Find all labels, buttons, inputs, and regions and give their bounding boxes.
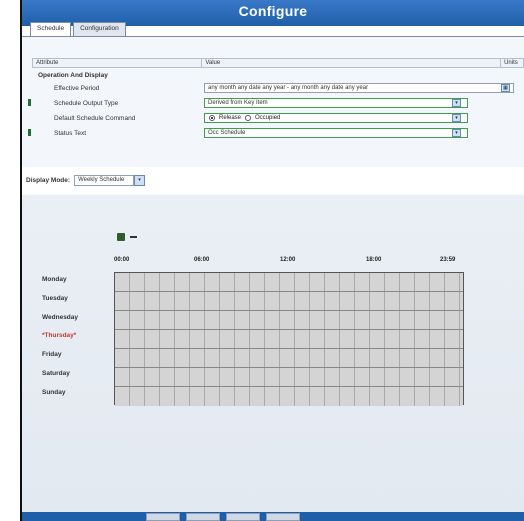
chevron-down-icon[interactable]: ▾	[452, 114, 461, 122]
schedule-row-friday[interactable]	[115, 349, 463, 368]
row-output-type[interactable]: Schedule Output Type Derived from Key It…	[28, 97, 524, 109]
chevron-down-icon[interactable]: ▾	[134, 175, 146, 186]
group-label: Operation And Display	[38, 71, 108, 79]
row-default-command[interactable]: Default Schedule Command Release Occupie…	[32, 112, 524, 124]
table-header: Attribute Value Units	[32, 58, 524, 68]
schedule-row-wednesday[interactable]	[115, 311, 463, 330]
header-units[interactable]: Units	[501, 59, 523, 67]
effective-period-value[interactable]: any month any date any year - any month …	[204, 83, 514, 93]
day-label: Wednesday	[42, 313, 79, 321]
bottom-button-3[interactable]	[226, 513, 260, 521]
header-value[interactable]: Value	[202, 59, 502, 67]
display-mode-value: Weekly Schedule	[78, 177, 125, 183]
row-effective-period[interactable]: Effective Period any month any date any …	[32, 82, 524, 94]
chevron-down-icon[interactable]: ▾	[452, 129, 461, 137]
day-label: Saturday	[42, 369, 70, 377]
day-label: Sunday	[42, 388, 66, 396]
display-mode-select[interactable]: Weekly Schedule ▾	[74, 175, 146, 186]
configure-window: Configure Schedule Configuration Attribu…	[0, 0, 524, 521]
time-label: 00:00	[114, 257, 130, 263]
time-label: 06:00	[194, 257, 210, 263]
bottom-button-1[interactable]	[146, 513, 180, 521]
minus-icon[interactable]	[130, 236, 137, 238]
default-command-radios: Release Occupied ▾	[204, 113, 468, 123]
time-label: 12:00	[280, 257, 296, 263]
time-axis: 00:00 06:00 12:00 18:00 23:59	[114, 257, 460, 265]
day-label: Monday	[42, 276, 67, 283]
schedule-row-tuesday[interactable]	[115, 292, 463, 311]
tab-strip: Schedule Configuration	[30, 22, 126, 36]
attr-default-command: Default Schedule Command	[54, 114, 136, 122]
radio-release-label: Release	[219, 115, 242, 121]
display-mode-row: Display Mode: Weekly Schedule ▾	[26, 175, 146, 186]
attr-output-type: Schedule Output Type	[54, 99, 119, 107]
attr-effective-period: Effective Period	[54, 84, 100, 92]
schedule-toolbar	[117, 233, 137, 241]
time-label: 23:59	[440, 257, 456, 263]
group-row: Operation And Display	[32, 69, 524, 81]
header-attribute[interactable]: Attribute	[33, 59, 203, 67]
time-label: 18:00	[366, 257, 382, 263]
tab-configuration[interactable]: Configuration	[73, 22, 126, 36]
chevron-down-icon[interactable]: ▾	[452, 99, 461, 107]
status-text-select[interactable]: Occ Schedule ▾	[204, 128, 468, 138]
day-label-today: *Thursday*	[42, 332, 77, 340]
schedule-row-saturday[interactable]	[115, 368, 463, 387]
schedule-row-monday[interactable]	[115, 273, 463, 292]
radio-occupied[interactable]	[245, 115, 252, 121]
radio-occupied-label: Occupied	[255, 115, 281, 121]
output-type-text: Derived from Key Item	[208, 100, 268, 106]
calendar-icon[interactable]	[117, 233, 125, 241]
schedule-row-sunday[interactable]	[115, 387, 463, 406]
row-status-text[interactable]: Status Text Occ Schedule ▾	[28, 127, 524, 139]
day-label: Friday	[42, 351, 62, 359]
status-text-text: Occ Schedule	[208, 130, 246, 136]
radio-release[interactable]	[209, 115, 215, 121]
row-marker	[28, 129, 31, 136]
output-type-select[interactable]: Derived from Key Item ▾	[204, 98, 468, 108]
schedule-row-thursday[interactable]	[115, 330, 463, 349]
window-title: Configure	[238, 3, 308, 19]
tab-schedule[interactable]: Schedule	[30, 22, 72, 36]
bottom-button-2[interactable]	[186, 513, 220, 521]
calendar-icon[interactable]: ▦	[501, 84, 510, 92]
day-labels: Monday Tuesday Wednesday *Thursday* Frid…	[40, 270, 112, 399]
row-marker	[28, 99, 31, 106]
weekly-schedule-grid[interactable]	[114, 272, 464, 406]
attr-status-text: Status Text	[54, 129, 87, 137]
effective-period-text: any month any date any year - any month …	[208, 85, 369, 91]
display-mode-label: Display Mode:	[26, 177, 71, 184]
bottom-button-4[interactable]	[266, 513, 300, 521]
day-label: Tuesday	[42, 294, 68, 302]
